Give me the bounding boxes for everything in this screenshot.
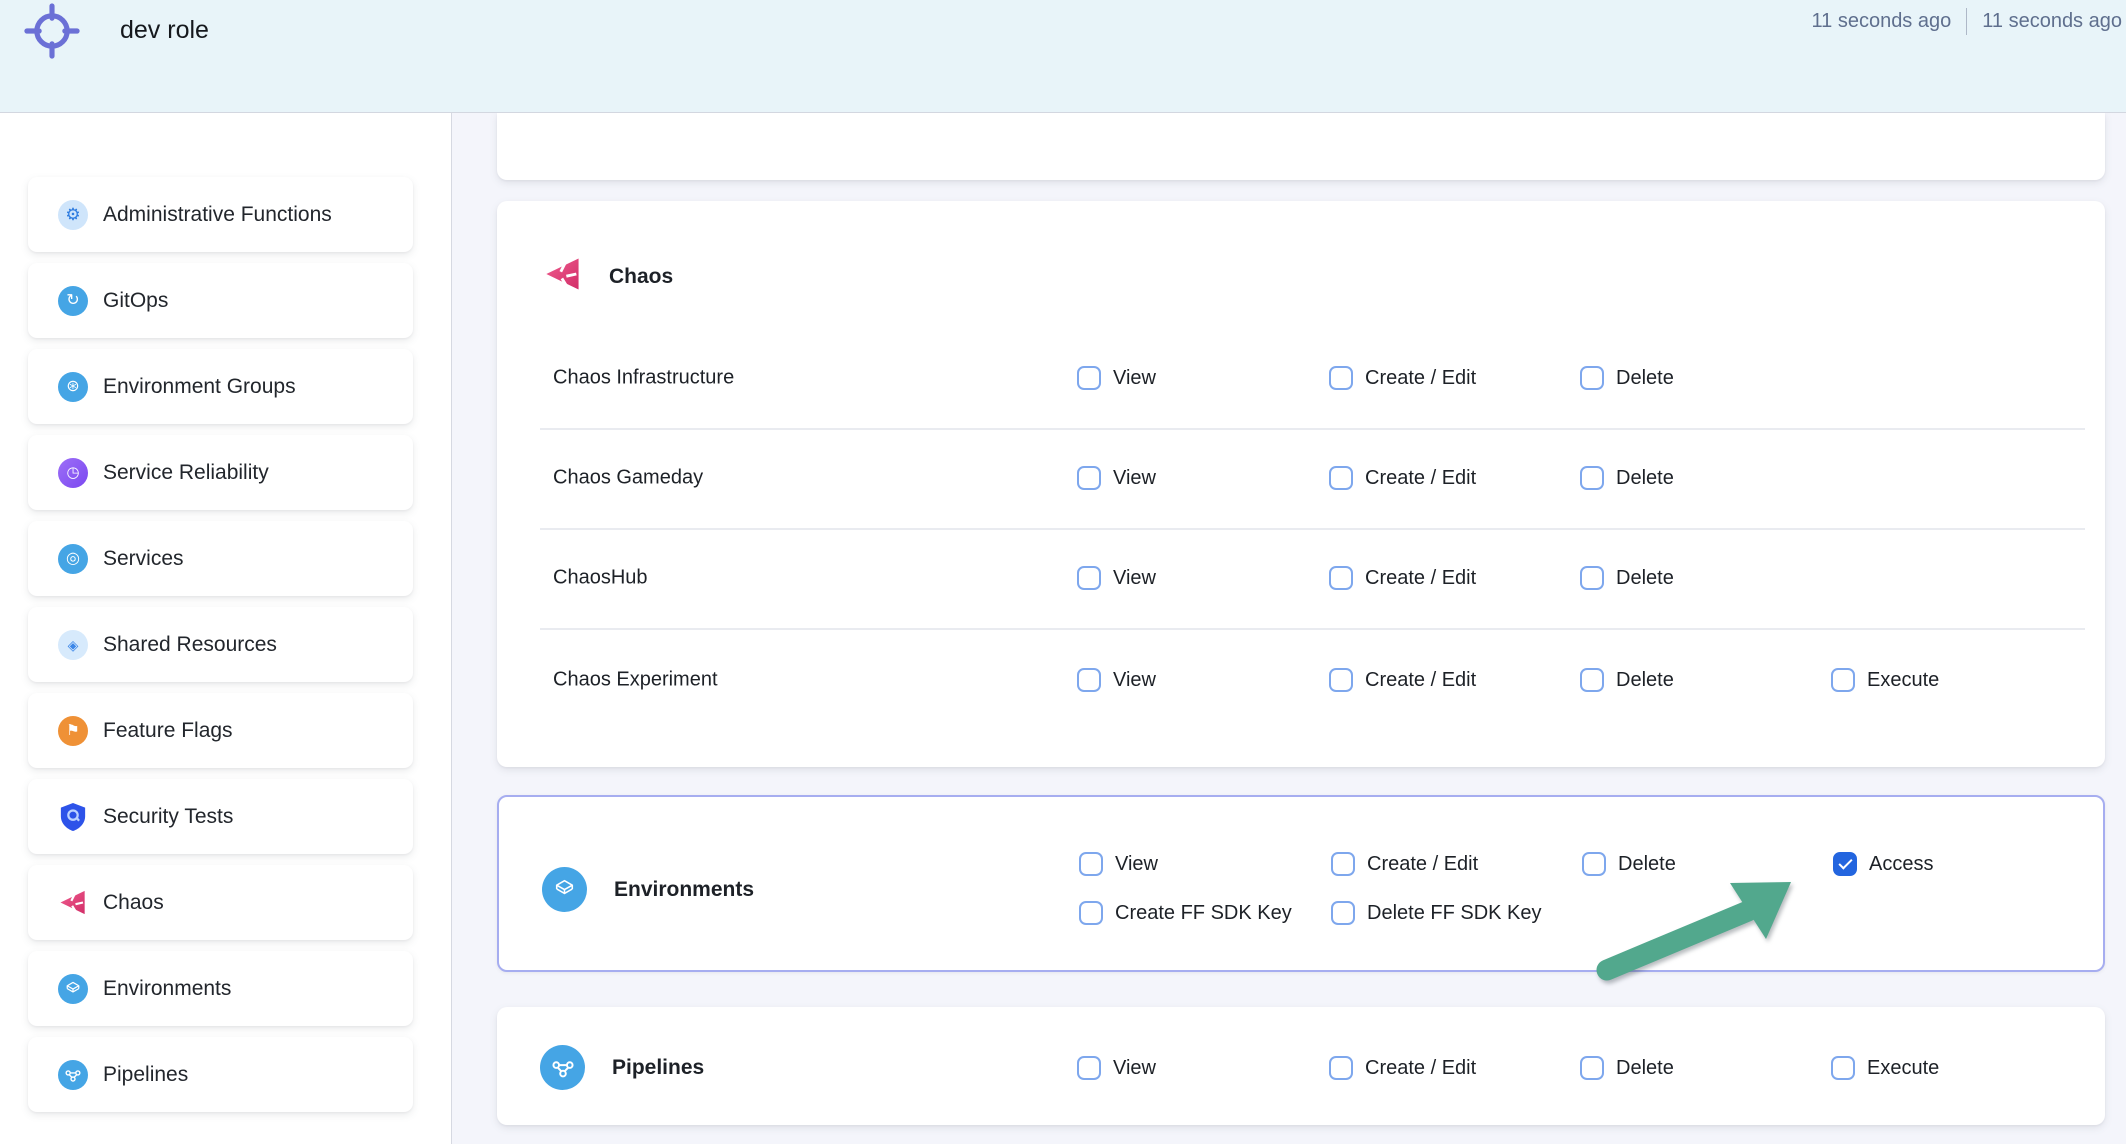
- chaos-card-title: Chaos: [609, 265, 673, 289]
- checkbox[interactable]: [1831, 1056, 1855, 1080]
- permission-view[interactable]: View: [1077, 668, 1156, 692]
- permission-delete[interactable]: Delete: [1580, 566, 1674, 590]
- sidebar-item-environment-groups[interactable]: ⊛ Environment Groups: [28, 349, 413, 424]
- sidebar-item-environments[interactable]: Environments: [28, 951, 413, 1026]
- updated-timestamp: 11 seconds ago: [1812, 10, 1952, 33]
- chaos-infrastructure-row: Chaos Infrastructure View Create / Edit …: [497, 358, 2105, 398]
- permission-view[interactable]: View: [1077, 366, 1156, 390]
- chaos-pinwheel-icon: [543, 254, 583, 299]
- permission-create-edit[interactable]: Create / Edit: [1329, 566, 1476, 590]
- permission-view[interactable]: View: [1077, 1056, 1156, 1080]
- sidebar-item-gitops[interactable]: ↻ GitOps: [28, 263, 413, 338]
- timestamps: 11 seconds ago 11 seconds ago: [1812, 8, 2123, 35]
- created-timestamp: 11 seconds ago: [1982, 10, 2122, 33]
- annotation-arrow: [1580, 858, 1810, 988]
- service-reliability-icon: ◷: [58, 458, 88, 488]
- sidebar-item-services[interactable]: ◎ Services: [28, 521, 413, 596]
- checkbox[interactable]: [1077, 366, 1101, 390]
- chaos-card-header: Chaos: [543, 254, 673, 299]
- checkbox[interactable]: [1331, 901, 1355, 925]
- checkbox[interactable]: [1331, 852, 1355, 876]
- sidebar-item-security-tests[interactable]: Security Tests: [28, 779, 413, 854]
- checkbox[interactable]: [1329, 668, 1353, 692]
- checkbox[interactable]: [1077, 566, 1101, 590]
- sidebar-item-service-reliability[interactable]: ◷ Service Reliability: [28, 435, 413, 510]
- permission-delete[interactable]: Delete: [1580, 366, 1674, 390]
- permission-create-edit[interactable]: Create / Edit: [1329, 466, 1476, 490]
- checkbox[interactable]: [1329, 566, 1353, 590]
- chaos-permissions-card: Chaos Chaos Infrastructure View Create /…: [497, 201, 2105, 767]
- checkbox[interactable]: [1329, 1056, 1353, 1080]
- chaos-pinwheel-icon: [58, 888, 88, 918]
- flag-icon: ⚑: [58, 716, 88, 746]
- permission-view[interactable]: View: [1077, 466, 1156, 490]
- chaoshub-row: ChaosHub View Create / Edit Delete: [497, 558, 2105, 598]
- sidebar-item-feature-flags[interactable]: ⚑ Feature Flags: [28, 693, 413, 768]
- sidebar-item-pipelines[interactable]: Pipelines: [28, 1037, 413, 1112]
- resources-sidebar: ⚙ Administrative Functions ↻ GitOps ⊛ En…: [0, 112, 452, 1144]
- role-permissions-page: dev role 11 seconds ago 11 seconds ago ⚙…: [0, 0, 2126, 1144]
- sidebar-item-shared-resources[interactable]: ◈ Shared Resources: [28, 607, 413, 682]
- timestamp-divider: [1966, 8, 1967, 35]
- checkbox-checked[interactable]: [1833, 852, 1857, 876]
- shield-icon: [58, 802, 88, 832]
- gitops-icon: ↻: [58, 286, 88, 316]
- row-divider: [540, 528, 2085, 530]
- checkbox[interactable]: [1329, 466, 1353, 490]
- permission-delete[interactable]: Delete: [1580, 668, 1674, 692]
- page-header: dev role 11 seconds ago 11 seconds ago: [0, 0, 2126, 113]
- checkbox[interactable]: [1329, 366, 1353, 390]
- checkbox[interactable]: [1580, 1056, 1604, 1080]
- sidebar-item-chaos[interactable]: Chaos: [28, 865, 413, 940]
- permission-execute[interactable]: Execute: [1831, 1056, 1939, 1080]
- checkbox[interactable]: [1580, 668, 1604, 692]
- chaos-experiment-row: Chaos Experiment View Create / Edit Dele…: [497, 660, 2105, 700]
- permission-delete[interactable]: Delete: [1580, 466, 1674, 490]
- pipelines-icon: [58, 1060, 88, 1090]
- pipelines-permissions-row: View Create / Edit Delete Execute: [497, 1048, 2105, 1088]
- role-target-icon: [24, 3, 80, 64]
- checkbox[interactable]: [1079, 901, 1103, 925]
- partial-card-top: [497, 113, 2105, 180]
- permission-view[interactable]: View: [1079, 852, 1158, 876]
- permission-create-edit[interactable]: Create / Edit: [1329, 1056, 1476, 1080]
- checkbox[interactable]: [1077, 1056, 1101, 1080]
- pipelines-permissions-card: Pipelines View Create / Edit Delete Exec…: [497, 1007, 2105, 1125]
- services-icon: ◎: [58, 544, 88, 574]
- shared-resources-icon: ◈: [58, 630, 88, 660]
- checkbox[interactable]: [1580, 566, 1604, 590]
- row-divider: [540, 428, 2085, 430]
- page-title: dev role: [120, 13, 209, 47]
- checkbox[interactable]: [1831, 668, 1855, 692]
- checkbox[interactable]: [1077, 466, 1101, 490]
- permission-access[interactable]: Access: [1833, 852, 1933, 876]
- permission-execute[interactable]: Execute: [1831, 668, 1939, 692]
- permission-create-edit[interactable]: Create / Edit: [1329, 668, 1476, 692]
- environments-cube-icon: [58, 974, 88, 1004]
- permission-create-edit[interactable]: Create / Edit: [1329, 366, 1476, 390]
- environment-groups-icon: ⊛: [58, 372, 88, 402]
- permission-view[interactable]: View: [1077, 566, 1156, 590]
- checkbox[interactable]: [1079, 852, 1103, 876]
- permission-delete-ff-sdk-key[interactable]: Delete FF SDK Key: [1331, 901, 1542, 925]
- sidebar-item-administrative-functions[interactable]: ⚙ Administrative Functions: [28, 177, 413, 252]
- gear-icon: ⚙: [58, 200, 88, 230]
- environments-permissions-row-2: Create FF SDK Key Delete FF SDK Key: [499, 893, 2103, 933]
- permission-create-ff-sdk-key[interactable]: Create FF SDK Key: [1079, 901, 1292, 925]
- permission-delete[interactable]: Delete: [1580, 1056, 1674, 1080]
- environments-permissions-row-1: View Create / Edit Delete Access: [499, 844, 2103, 884]
- checkbox[interactable]: [1580, 366, 1604, 390]
- checkbox[interactable]: [1077, 668, 1101, 692]
- chaos-gameday-row: Chaos Gameday View Create / Edit Delete: [497, 458, 2105, 498]
- environments-permissions-card: Environments View Create / Edit Delete A…: [497, 795, 2105, 972]
- permission-create-edit[interactable]: Create / Edit: [1331, 852, 1478, 876]
- checkbox[interactable]: [1580, 466, 1604, 490]
- row-divider: [540, 628, 2085, 630]
